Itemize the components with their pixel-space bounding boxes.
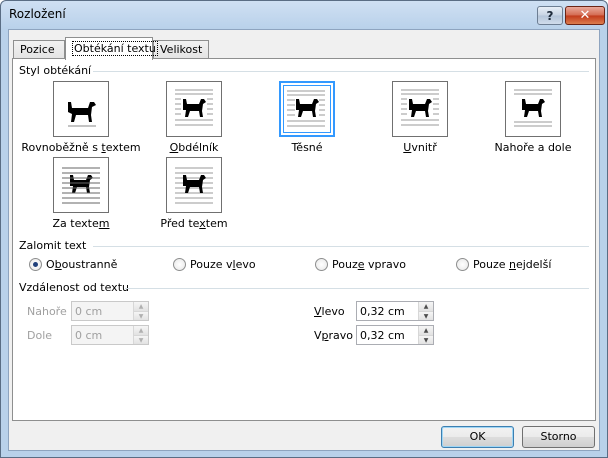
- bottom-distance-value: 0 cm: [75, 329, 103, 342]
- radio-indicator: [173, 258, 186, 271]
- tab-label: Pozice: [20, 43, 55, 56]
- wrap-option-label: Těsné: [291, 141, 323, 154]
- left-distance-label: Vlevo: [314, 305, 345, 318]
- top-distance-label: Nahoře: [27, 305, 67, 318]
- right-distance-label: Vpravo: [314, 329, 354, 342]
- radio-both-sides[interactable]: Oboustranně: [29, 258, 117, 271]
- tab-velikost[interactable]: Velikost: [153, 40, 209, 59]
- top-distance-spinner[interactable]: 0 cm ▲ ▼: [71, 301, 149, 321]
- wrap-option-label: Obdélník: [169, 141, 219, 154]
- bottom-distance-label: Dole: [27, 329, 53, 342]
- spin-down-icon: ▼: [134, 311, 148, 320]
- spin-down-icon: ▼: [419, 311, 433, 320]
- wrap-top-bottom-icon: [505, 81, 561, 137]
- cancel-button[interactable]: Storno: [522, 426, 595, 448]
- radio-largest-only[interactable]: Pouze nejdelší: [456, 258, 551, 271]
- spin-up-icon: ▲: [134, 302, 148, 311]
- bottom-distance-spinner[interactable]: 0 cm ▲ ▼: [71, 325, 149, 345]
- title-bar[interactable]: Rozložení ? ✕: [1, 1, 607, 29]
- distance-section-label: Vzdálenost od textu: [19, 281, 129, 294]
- wrap-option-rectangle[interactable]: Obdélník: [134, 81, 254, 154]
- close-icon: ✕: [579, 8, 591, 23]
- wrap-option-label: Za textem: [52, 217, 110, 230]
- wrap-option-label: Před textem: [160, 217, 228, 230]
- help-button[interactable]: ?: [537, 6, 563, 25]
- separator: [93, 246, 589, 247]
- wrap-tight-icon: [279, 81, 335, 137]
- radio-indicator: [456, 258, 469, 271]
- wrap-option-square[interactable]: Rovnoběžně s textem: [21, 81, 141, 154]
- radio-indicator: [315, 258, 328, 271]
- radio-label: Pouze nejdelší: [473, 258, 552, 271]
- spin-up-icon: ▲: [419, 326, 433, 335]
- spinner-arrows[interactable]: ▲ ▼: [418, 302, 433, 320]
- spin-down-icon: ▼: [134, 335, 148, 344]
- radio-right-only[interactable]: Pouze vpravo: [315, 258, 406, 271]
- left-distance-spinner[interactable]: 0,32 cm ▲ ▼: [356, 301, 434, 321]
- wrap-square-icon: [53, 81, 109, 137]
- wrap-option-label: Rovnoběžně s textem: [21, 141, 141, 154]
- separator: [125, 288, 589, 289]
- close-button[interactable]: ✕: [565, 6, 605, 25]
- window-title: Rozložení: [9, 7, 66, 21]
- wrap-option-top-bottom[interactable]: Nahoře a dole: [473, 81, 593, 154]
- spinner-arrows[interactable]: ▲ ▼: [418, 326, 433, 344]
- wrap-option-label: Nahoře a dole: [494, 141, 572, 154]
- tab-pozice[interactable]: Pozice: [13, 40, 65, 59]
- spinner-arrows[interactable]: ▲ ▼: [133, 302, 148, 320]
- spin-up-icon: ▲: [419, 302, 433, 311]
- wrap-option-tight[interactable]: Těsné: [247, 81, 367, 154]
- wrap-behind-text-icon: [53, 157, 109, 213]
- radio-label: Oboustranně: [46, 258, 118, 271]
- wrap-text-section-label: Zalomit text: [19, 239, 87, 252]
- radio-label: Pouze vlevo: [190, 258, 256, 271]
- wrap-option-through[interactable]: Uvnitř: [360, 81, 480, 154]
- tab-obtekani-textu[interactable]: Obtékání textu: [65, 37, 158, 60]
- wrap-in-front-icon: [166, 157, 222, 213]
- ok-button[interactable]: OK: [441, 426, 514, 448]
- wrap-option-behind-text[interactable]: Za textem: [21, 157, 141, 230]
- wrap-style-section-label: Styl obtékání: [19, 64, 92, 77]
- help-icon: ?: [546, 8, 554, 23]
- wrap-option-label: Uvnitř: [403, 141, 437, 154]
- tab-panel: Styl obtékání Rovnoběžně s textem Obdéln…: [12, 58, 596, 421]
- right-distance-value: 0,32 cm: [360, 329, 405, 342]
- wrap-option-in-front[interactable]: Před textem: [134, 157, 254, 230]
- radio-label: Pouze vpravo: [332, 258, 406, 271]
- spin-up-icon: ▲: [134, 326, 148, 335]
- right-distance-spinner[interactable]: 0,32 cm ▲ ▼: [356, 325, 434, 345]
- wrap-through-icon: [392, 81, 448, 137]
- left-distance-value: 0,32 cm: [360, 305, 405, 318]
- radio-left-only[interactable]: Pouze vlevo: [173, 258, 256, 271]
- separator: [93, 71, 589, 72]
- tab-label: Obtékání textu: [72, 41, 158, 56]
- spinner-arrows[interactable]: ▲ ▼: [133, 326, 148, 344]
- wrap-rectangle-icon: [166, 81, 222, 137]
- radio-indicator: [29, 258, 42, 271]
- spin-down-icon: ▼: [419, 335, 433, 344]
- dialog-client-area: Pozice Obtékání textu Velikost Styl obté…: [8, 29, 600, 451]
- dialog-window: Rozložení ? ✕ Pozice Obtékání textu Veli…: [0, 0, 608, 458]
- tab-label: Velikost: [160, 43, 203, 56]
- top-distance-value: 0 cm: [75, 305, 103, 318]
